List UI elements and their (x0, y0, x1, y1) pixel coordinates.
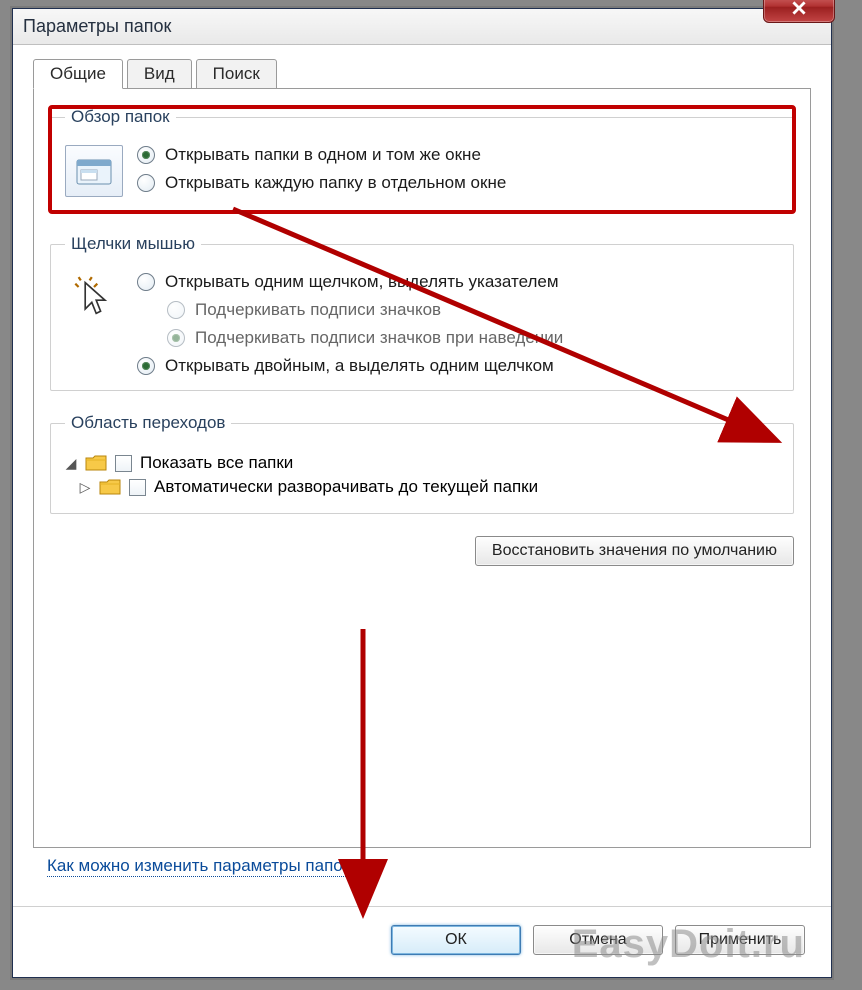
group-browse-legend: Обзор папок (65, 107, 176, 127)
radio-icon (137, 357, 155, 375)
group-click-behavior: Щелчки мышью Открывать одним щелчком, вы… (50, 234, 794, 391)
radio-underline-hover[interactable]: Подчеркивать подписи значков при наведен… (167, 328, 779, 348)
radio-single-click[interactable]: Открывать одним щелчком, выделять указат… (137, 272, 779, 292)
check-show-all-folders[interactable]: ◢ Показать все папки (65, 451, 779, 475)
group-browse-folders: Обзор папок Открывать папки в одном и то… (50, 107, 794, 212)
group-navigation-pane: Область переходов ◢ Показать все папки ▷ (50, 413, 794, 514)
radio-single-click-label: Открывать одним щелчком, выделять указат… (165, 272, 559, 292)
folder-icon (85, 454, 107, 472)
group-click-legend: Щелчки мышью (65, 234, 201, 254)
folder-options-dialog: Параметры папок Общие Вид Поиск Обзор па… (12, 8, 832, 978)
radio-same-window-label: Открывать папки в одном и том же окне (165, 145, 481, 165)
click-behavior-icon (65, 272, 123, 324)
check-auto-expand[interactable]: ▷ Автоматически разворачивать до текущей… (65, 475, 779, 499)
check-auto-expand-label: Автоматически разворачивать до текущей п… (154, 477, 538, 497)
radio-double-click-label: Открывать двойным, а выделять одним щелч… (165, 356, 554, 376)
checkbox-icon (115, 455, 132, 472)
folder-icon (99, 478, 121, 496)
close-button[interactable] (763, 0, 835, 23)
radio-underline-always-label: Подчеркивать подписи значков (195, 300, 441, 320)
tab-general[interactable]: Общие (33, 59, 123, 89)
restore-defaults-button[interactable]: Восстановить значения по умолчанию (475, 536, 794, 566)
radio-icon (137, 146, 155, 164)
radio-underline-always[interactable]: Подчеркивать подписи значков (167, 300, 779, 320)
radio-separate-window[interactable]: Открывать каждую папку в отдельном окне (137, 173, 779, 193)
radio-separate-window-label: Открывать каждую папку в отдельном окне (165, 173, 506, 193)
radio-icon (167, 329, 185, 347)
check-show-all-label: Показать все папки (140, 453, 293, 473)
radio-icon (137, 174, 155, 192)
group-nav-legend: Область переходов (65, 413, 231, 433)
tree-collapse-icon: ◢ (65, 455, 77, 472)
ok-button[interactable]: ОК (391, 925, 521, 955)
tabstrip: Общие Вид Поиск (33, 59, 811, 89)
browse-folders-icon (65, 145, 123, 197)
tree-expand-icon: ▷ (79, 479, 91, 496)
tab-view[interactable]: Вид (127, 59, 192, 89)
radio-same-window[interactable]: Открывать папки в одном и том же окне (137, 145, 779, 165)
tab-search[interactable]: Поиск (196, 59, 277, 89)
titlebar[interactable]: Параметры папок (13, 9, 831, 45)
separator (13, 906, 831, 907)
watermark: EasyDoit.ru (572, 922, 805, 967)
radio-icon (167, 301, 185, 319)
checkbox-icon (129, 479, 146, 496)
help-link[interactable]: Как можно изменить параметры папок? (47, 856, 360, 877)
close-icon (792, 1, 806, 15)
window-title: Параметры папок (23, 16, 171, 37)
radio-underline-hover-label: Подчеркивать подписи значков при наведен… (195, 328, 563, 348)
radio-icon (137, 273, 155, 291)
client-area: Общие Вид Поиск Обзор папок Открывать па… (13, 45, 831, 977)
radio-double-click[interactable]: Открывать двойным, а выделять одним щелч… (137, 356, 779, 376)
tab-page-general: Обзор папок Открывать папки в одном и то… (33, 88, 811, 848)
